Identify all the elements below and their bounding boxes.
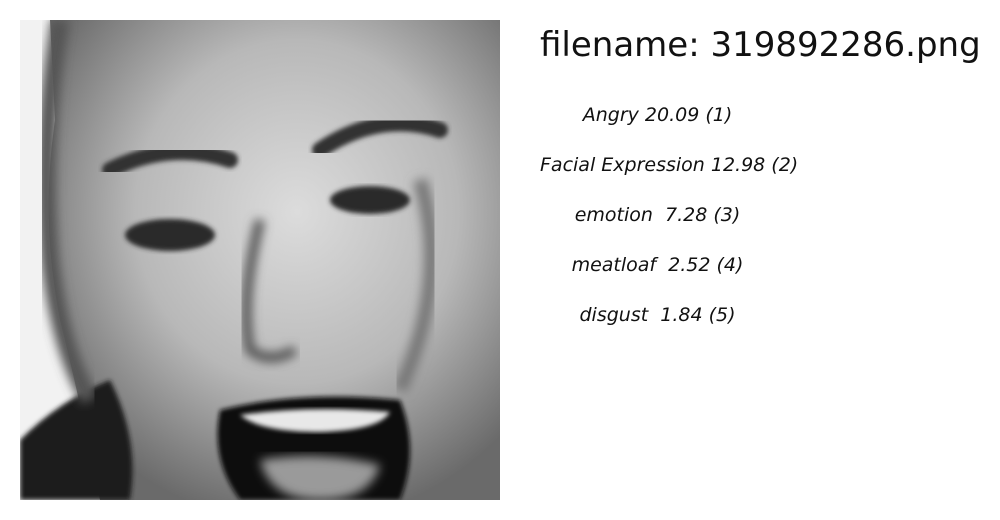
filename-title: filename: 319892286.png	[540, 25, 981, 65]
face-photo	[20, 20, 500, 500]
prediction-label: Angry 20.09 (1)	[582, 104, 733, 126]
prediction-labels-list: Angry 20.09 (1) Facial Expression 12.98 …	[540, 100, 799, 350]
prediction-label: Facial Expression 12.98 (2)	[540, 154, 799, 176]
prediction-label: disgust 1.84 (5)	[579, 304, 736, 326]
prediction-label: emotion 7.28 (3)	[574, 204, 741, 226]
face-photo-image	[20, 20, 500, 500]
prediction-label: meatloaf 2.52 (4)	[571, 254, 744, 276]
